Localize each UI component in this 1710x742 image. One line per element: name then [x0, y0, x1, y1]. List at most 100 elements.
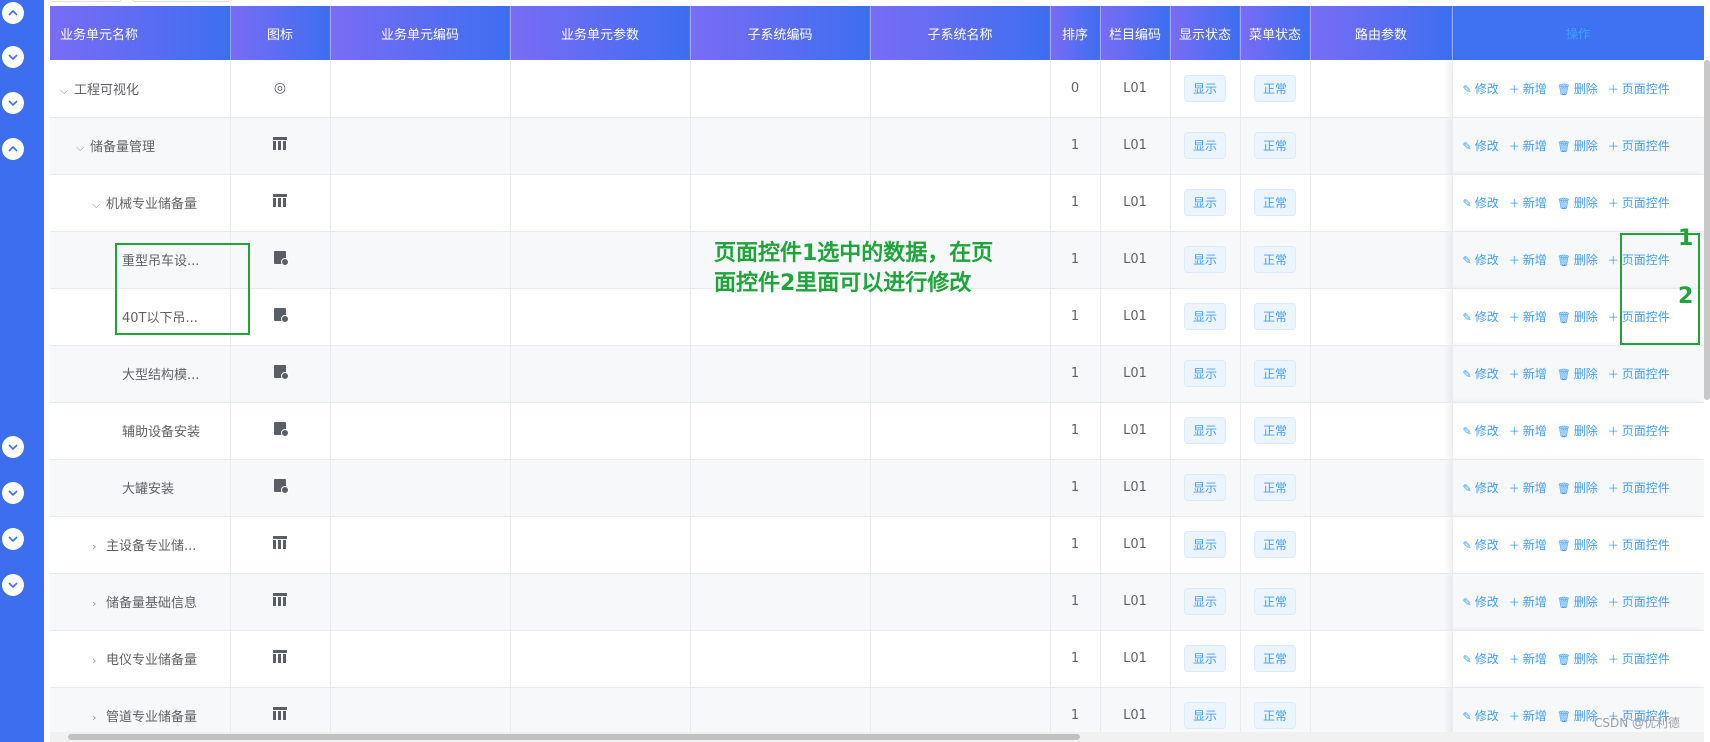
delete-button[interactable]: 🗑 删除 [1557, 709, 1598, 723]
grid-icon [273, 137, 287, 150]
edit-button[interactable]: ✎ 修改 [1463, 709, 1499, 723]
edit-button[interactable]: ✎ 修改 [1463, 196, 1499, 210]
page-control-button[interactable]: ＋页面控件 [1608, 481, 1670, 495]
add-button[interactable]: ＋新增 [1509, 82, 1547, 96]
edit-button[interactable]: ✎ 修改 [1463, 310, 1499, 324]
add-button[interactable]: ＋新增 [1509, 310, 1547, 324]
chevron-down-icon[interactable] [2, 46, 24, 68]
table-row[interactable]: 辅助设备安装 1 L01 显示 正常 ✎ 修改 ＋新增 🗑 删除 ＋页面控件 [50, 402, 1704, 460]
sort-cell: 1 [1050, 516, 1101, 574]
chevron-right-icon[interactable]: › [92, 540, 106, 553]
chevron-right-icon[interactable]: › [92, 711, 106, 724]
top-button-2[interactable] [132, 0, 232, 2]
icon-cell [230, 459, 331, 517]
delete-button[interactable]: 🗑 删除 [1557, 652, 1598, 666]
trash-icon: 🗑 [1556, 539, 1571, 552]
unit-name: 大罐安装 [122, 482, 175, 497]
display-status-cell: 显示 [1170, 573, 1241, 631]
unit-param-cell [510, 174, 691, 232]
unit-name: 工程可视化 [74, 82, 140, 98]
delete-button[interactable]: 🗑 删除 [1557, 139, 1598, 153]
delete-button[interactable]: 🗑 删除 [1557, 424, 1598, 438]
plus-icon: ＋ [1607, 539, 1619, 552]
subsystem-name-cell [870, 687, 1051, 732]
delete-button[interactable]: 🗑 删除 [1557, 481, 1598, 495]
top-button-1[interactable] [50, 0, 122, 2]
edit-button[interactable]: ✎ 修改 [1463, 595, 1499, 609]
add-button[interactable]: ＋新增 [1509, 709, 1547, 723]
page-control-button[interactable]: ＋页面控件 [1608, 595, 1670, 609]
sort-cell: 1 [1050, 573, 1101, 631]
plus-icon: ＋ [1607, 653, 1619, 666]
table-row[interactable]: ⌵ 储备量管理 1 L01 显示 正常 ✎ 修改 ＋新增 🗑 删除 ＋页面控件 [50, 117, 1704, 175]
chevron-down-icon[interactable]: ⌵ [92, 198, 106, 212]
chevron-down-icon[interactable]: ⌵ [76, 141, 90, 155]
edit-button[interactable]: ✎ 修改 [1463, 253, 1499, 267]
display-status-cell: 显示 [1170, 459, 1241, 517]
table-row[interactable]: › 主设备专业储... 1 L01 显示 正常 ✎ 修改 ＋新增 🗑 删除 ＋页面控件 [50, 516, 1704, 574]
edit-button[interactable]: ✎ 修改 [1463, 139, 1499, 153]
page-control-button[interactable]: ＋页面控件 [1608, 652, 1670, 666]
chevron-down-icon[interactable] [2, 574, 24, 596]
delete-button[interactable]: 🗑 删除 [1557, 196, 1598, 210]
add-button[interactable]: ＋新增 [1509, 367, 1547, 381]
annotation-number-2: 2 [1678, 284, 1694, 309]
chevron-down-icon[interactable] [2, 92, 24, 114]
delete-button[interactable]: 🗑 删除 [1557, 538, 1598, 552]
add-button[interactable]: ＋新增 [1509, 253, 1547, 267]
edit-icon: ✎ [1462, 710, 1472, 723]
plus-icon: ＋ [1607, 368, 1619, 381]
chevron-up-icon[interactable] [2, 2, 24, 24]
delete-button[interactable]: 🗑 删除 [1557, 253, 1598, 267]
delete-button[interactable]: 🗑 删除 [1557, 367, 1598, 381]
table-row[interactable]: 大罐安装 1 L01 显示 正常 ✎ 修改 ＋新增 🗑 删除 ＋页面控件 [50, 459, 1704, 517]
add-button[interactable]: ＋新增 [1509, 595, 1547, 609]
add-button[interactable]: ＋新增 [1509, 481, 1547, 495]
chevron-down-icon[interactable] [2, 482, 24, 504]
table-row[interactable]: › 电仪专业储备量 1 L01 显示 正常 ✎ 修改 ＋新增 🗑 删除 ＋页面控件 [50, 630, 1704, 688]
column-header: 业务单元参数 [510, 6, 691, 60]
table-row[interactable]: › 管道专业储备量 1 L01 显示 正常 ✎ 修改＋新增 🗑 删除＋页面控件 [50, 687, 1704, 732]
chevron-right-icon[interactable]: › [92, 654, 106, 667]
add-button[interactable]: ＋新增 [1509, 196, 1547, 210]
subsystem-code-cell [690, 60, 871, 118]
horizontal-scrollbar[interactable] [50, 732, 1704, 742]
add-button[interactable]: ＋新增 [1509, 139, 1547, 153]
edit-button[interactable]: ✎ 修改 [1463, 652, 1499, 666]
table-row[interactable]: › 储备量基础信息 1 L01 显示 正常 ✎ 修改 ＋新增 🗑 删除 ＋页面控件 [50, 573, 1704, 631]
add-button[interactable]: ＋新增 [1509, 538, 1547, 552]
subsystem-code-cell [690, 459, 871, 517]
page-control-button[interactable]: ＋页面控件 [1608, 139, 1670, 153]
add-button[interactable]: ＋新增 [1509, 424, 1547, 438]
unit-code-cell [330, 288, 511, 346]
page-control-button[interactable]: ＋页面控件 [1608, 424, 1670, 438]
page-control-button[interactable]: ＋页面控件 [1608, 196, 1670, 210]
delete-button[interactable]: 🗑 删除 [1557, 310, 1598, 324]
menu-status-cell: 正常 [1240, 117, 1311, 175]
table-row[interactable]: 大型结构模... 1 L01 显示 正常 ✎ 修改 ＋新增 🗑 删除 ＋页面控件 [50, 345, 1704, 403]
page-control-button[interactable]: ＋页面控件 [1608, 82, 1670, 96]
chevron-right-icon[interactable]: › [92, 597, 106, 610]
plus-icon: ＋ [1607, 425, 1619, 438]
chevron-up-icon[interactable] [2, 138, 24, 160]
edit-button[interactable]: ✎ 修改 [1463, 481, 1499, 495]
edit-button[interactable]: ✎ 修改 [1463, 82, 1499, 96]
edit-button[interactable]: ✎ 修改 [1463, 424, 1499, 438]
edit-icon: ✎ [1462, 653, 1472, 666]
chevron-down-icon[interactable] [2, 436, 24, 458]
delete-button[interactable]: 🗑 删除 [1557, 595, 1598, 609]
page-control-button[interactable]: ＋页面控件 [1608, 538, 1670, 552]
edit-button[interactable]: ✎ 修改 [1463, 538, 1499, 552]
delete-button[interactable]: 🗑 删除 [1557, 82, 1598, 96]
edit-button[interactable]: ✎ 修改 [1463, 367, 1499, 381]
horizontal-scroll-thumb[interactable] [68, 734, 1080, 740]
trash-icon: 🗑 [1556, 254, 1571, 267]
table-row[interactable]: ⌵ 工程可视化 ◎ 0 L01 显示 正常 ✎ 修改 ＋新增 🗑 删除 ＋页面控件 [50, 60, 1704, 118]
vertical-scrollbar[interactable] [1704, 60, 1710, 400]
add-button[interactable]: ＋新增 [1509, 652, 1547, 666]
column-code-cell: L01 [1100, 402, 1171, 460]
chevron-down-icon[interactable]: ⌵ [60, 84, 74, 98]
page-control-button[interactable]: ＋页面控件 [1608, 367, 1670, 381]
table-row[interactable]: ⌵ 机械专业储备量 1 L01 显示 正常 ✎ 修改 ＋新增 🗑 删除 ＋页面控件 [50, 174, 1704, 232]
chevron-down-icon[interactable] [2, 528, 24, 550]
